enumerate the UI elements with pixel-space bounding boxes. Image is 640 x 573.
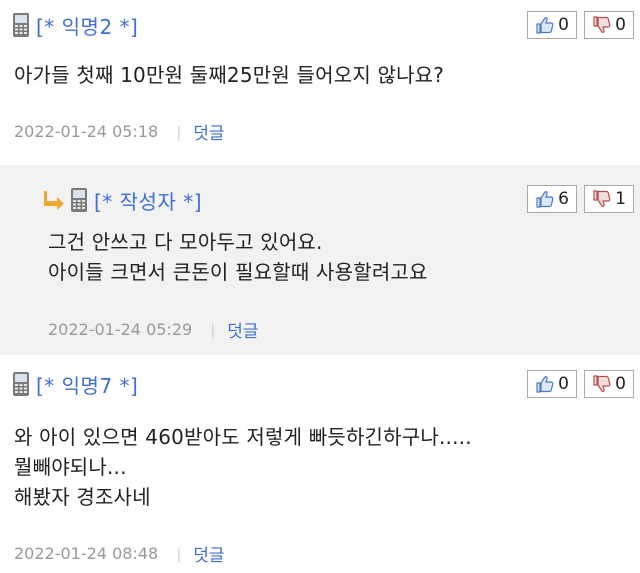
meta-divider: | (210, 320, 216, 339)
comment-body: 와 아이 있으면 460받아도 저렇게 빠듯하긴하구나..... 뭘빼야되나..… (14, 422, 472, 512)
like-count: 6 (558, 189, 569, 209)
comment-author[interactable]: [* 작성자 *] (94, 186, 202, 215)
like-button[interactable]: 6 (527, 185, 577, 213)
comment-line: 그건 안쓰고 다 모아두고 있어요. (48, 230, 323, 254)
meta-divider: | (176, 122, 182, 141)
comment-item: [* 익명7 *] 0 0 와 아이 있으면 460받아도 저렇게 빠듯하긴하구… (0, 355, 640, 573)
comment-meta: 2022-01-24 05:18 | 덧글 (14, 119, 225, 144)
comment-line: 아가들 첫째 10만원 둘째25만원 들어오지 않나요? (14, 63, 445, 87)
comment-item: [* 익명2 *] 0 0 아가들 첫째 10만원 둘째25만원 들어오지 않나… (0, 0, 640, 165)
like-button[interactable]: 0 (527, 370, 577, 398)
comment-line: 뭘빼야되나... (14, 455, 127, 479)
thumbs-up-icon (536, 191, 554, 208)
reply-arrow-icon (44, 190, 66, 210)
reply-comment-item: [* 작성자 *] 6 1 그건 안쓰고 다 모아두고 있어요. 아이들 크면서… (0, 165, 640, 355)
vote-buttons: 0 0 (527, 11, 634, 39)
thumbs-up-icon (536, 17, 554, 34)
dislike-count: 0 (615, 15, 626, 35)
comment-meta: 2022-01-24 08:48 | 덧글 (14, 541, 225, 566)
thumbs-down-icon (593, 190, 611, 207)
phone-icon (12, 12, 30, 38)
comment-author[interactable]: [* 익명7 *] (36, 370, 138, 399)
like-count: 0 (558, 374, 569, 394)
thumbs-down-icon (593, 375, 611, 392)
like-button[interactable]: 0 (527, 11, 577, 39)
vote-buttons: 6 1 (527, 185, 634, 213)
comment-date: 2022-01-24 08:48 (14, 544, 159, 563)
dislike-count: 0 (615, 374, 626, 394)
thumbs-down-icon (593, 16, 611, 33)
comment-date: 2022-01-24 05:29 (48, 320, 193, 339)
comment-header: [* 익명2 *] (12, 10, 138, 40)
reply-link[interactable]: 덧글 (193, 541, 224, 566)
comment-header: [* 작성자 *] (44, 185, 202, 215)
vote-buttons: 0 0 (527, 370, 634, 398)
dislike-button[interactable]: 0 (584, 370, 634, 398)
phone-icon (70, 187, 88, 213)
comment-author[interactable]: [* 익명2 *] (36, 11, 138, 40)
dislike-count: 1 (615, 189, 626, 209)
reply-link[interactable]: 덧글 (227, 317, 258, 342)
comment-line: 아이들 크면서 큰돈이 필요할때 사용할려고요 (48, 260, 428, 284)
comment-line: 와 아이 있으면 460받아도 저렇게 빠듯하긴하구나..... (14, 425, 472, 449)
comment-header: [* 익명7 *] (12, 369, 138, 399)
dislike-button[interactable]: 1 (584, 185, 634, 213)
comment-meta: 2022-01-24 05:29 | 덧글 (48, 317, 259, 342)
thumbs-up-icon (536, 376, 554, 393)
dislike-button[interactable]: 0 (584, 11, 634, 39)
reply-link[interactable]: 덧글 (193, 119, 224, 144)
comment-body: 그건 안쓰고 다 모아두고 있어요. 아이들 크면서 큰돈이 필요할때 사용할려… (48, 227, 428, 287)
comment-date: 2022-01-24 05:18 (14, 122, 159, 141)
comment-line: 해봤자 경조사네 (14, 485, 151, 509)
like-count: 0 (558, 15, 569, 35)
comment-body: 아가들 첫째 10만원 둘째25만원 들어오지 않나요? (14, 60, 444, 90)
phone-icon (12, 371, 30, 397)
meta-divider: | (176, 544, 182, 563)
